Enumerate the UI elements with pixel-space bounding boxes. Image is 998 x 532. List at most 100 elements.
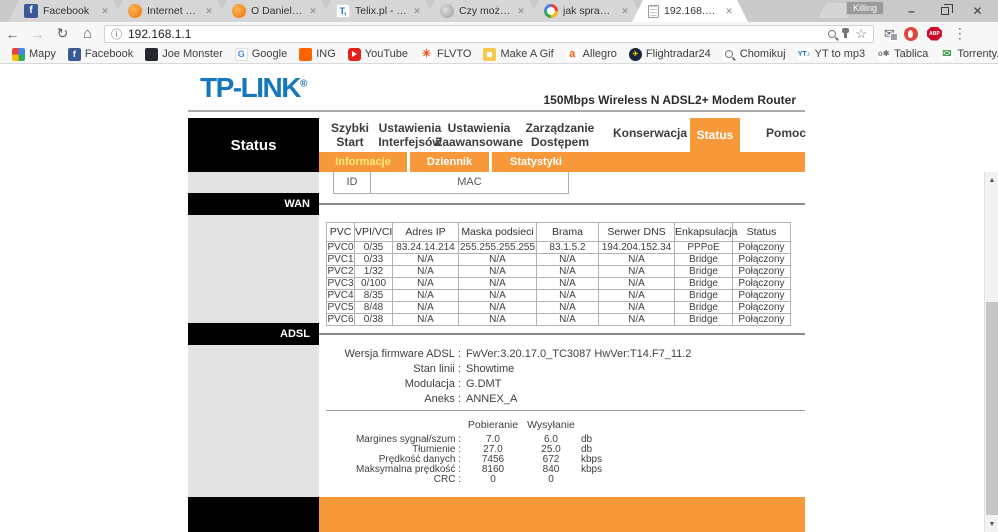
browser-toolbar: ← → ↻ ⌂ ⓘ 192.168.1.1 <box>0 22 998 45</box>
column-header: Enkapsulacja <box>675 223 733 242</box>
bookmark-mapy[interactable]: Mapy <box>6 45 62 64</box>
tab-title: jak sprawdzic star <box>563 5 615 17</box>
bookmark-facebook[interactable]: Facebook <box>62 45 139 64</box>
bookmark-youtube[interactable]: YouTube <box>342 45 414 64</box>
table-cell: N/A <box>599 254 675 266</box>
ing-icon <box>299 48 312 61</box>
bookmark-make-a-gif[interactable]: Make A Gif <box>477 45 559 64</box>
joe-monster-icon <box>145 48 158 61</box>
close-icon[interactable] <box>620 6 630 16</box>
scroll-down-icon[interactable] <box>985 516 998 532</box>
subnav-statystyki[interactable]: Statystyki <box>492 152 580 172</box>
table-cell: 83.1.5.2 <box>537 242 599 254</box>
column-header: Wysyłanie <box>525 419 577 435</box>
tab-czy-mozna[interactable]: Czy można popra <box>424 0 540 22</box>
nav-ustawienia-zaawansowane[interactable]: Ustawienia Zaawansowane <box>429 121 529 150</box>
table-cell: N/A <box>599 302 675 314</box>
close-icon[interactable] <box>516 6 526 16</box>
column-header: MAC <box>371 172 569 193</box>
flightradar24-icon <box>629 48 642 61</box>
tab-google-search[interactable]: jak sprawdzic star <box>528 0 644 22</box>
bookmark-torrenty[interactable]: Torrenty.to <box>934 45 998 64</box>
mail-extension-icon[interactable] <box>884 27 895 40</box>
subnav-dziennik[interactable]: Dziennik <box>410 152 489 172</box>
nav-zarzadzanie-dostepem[interactable]: Zarządzanie Dostępem <box>515 121 605 150</box>
bookmark-flightradar24[interactable]: Flightradar24 <box>623 45 717 64</box>
home-icon[interactable]: ⌂ <box>75 25 100 42</box>
bookmark-chomikuj[interactable]: Chomikuj <box>717 45 792 64</box>
subnav-informacje[interactable]: Informacje <box>319 152 407 172</box>
bookmark-ing[interactable]: ING <box>293 45 342 64</box>
column-header: Adres IP <box>393 223 459 242</box>
reload-icon[interactable]: ↻ <box>50 25 75 42</box>
table-cell: Bridge <box>675 254 733 266</box>
tab-title: 192.168.1.1 <box>664 5 719 17</box>
nav-pomoc[interactable]: Pomoc <box>756 126 816 140</box>
bookmark-star-icon[interactable] <box>855 27 867 40</box>
gray-site-icon <box>440 4 454 18</box>
google-icon <box>544 4 558 18</box>
allegro-icon <box>566 48 579 61</box>
tplink-logo: TP-LINK® <box>200 72 307 104</box>
table-row: AneksANNEX_A <box>333 392 691 407</box>
yt-to-mp3-icon <box>798 48 811 61</box>
content-scrollbar[interactable] <box>984 172 998 532</box>
nav-konserwacja[interactable]: Konserwacja <box>610 126 690 140</box>
close-icon[interactable] <box>308 6 318 16</box>
back-icon[interactable]: ← <box>0 26 25 42</box>
table-cell: N/A <box>537 290 599 302</box>
nav-status-active[interactable]: Status <box>690 118 740 152</box>
search-icon[interactable] <box>828 30 836 38</box>
page-title: Status <box>188 118 319 172</box>
close-icon[interactable] <box>724 6 734 16</box>
adblock-plus-icon[interactable] <box>927 27 942 41</box>
table-cell: PVC1 <box>327 254 355 266</box>
close-icon[interactable] <box>100 6 110 16</box>
url-text[interactable]: 192.168.1.1 <box>128 27 822 41</box>
table-cell: N/A <box>537 314 599 326</box>
table-cell: N/A <box>599 278 675 290</box>
table-row: Maksymalna prędkość8160840kbps <box>333 465 627 475</box>
minimize-button[interactable] <box>895 0 928 22</box>
bookmark-allegro[interactable]: Allegro <box>560 45 623 64</box>
forward-icon[interactable]: → <box>25 26 50 42</box>
scroll-up-icon[interactable] <box>985 172 998 188</box>
bookmark-flvto[interactable]: FLVTO <box>414 45 477 64</box>
bookmark-google[interactable]: Google <box>229 45 293 64</box>
lan-clients-table: ID MAC <box>333 172 569 194</box>
table-cell: PVC6 <box>327 314 355 326</box>
table-cell: ANNEX_A <box>461 392 691 407</box>
bookmarks-bar: Mapy Facebook Joe Monster Google ING You… <box>0 45 998 64</box>
table-cell: PVC5 <box>327 302 355 314</box>
scrollbar-thumb[interactable] <box>986 302 998 515</box>
browser-menu-icon[interactable] <box>953 25 967 42</box>
tab-danielakms[interactable]: O DanielAKMS - N <box>216 0 332 22</box>
restore-button[interactable] <box>928 0 961 22</box>
bookmark-joe-monster[interactable]: Joe Monster <box>139 45 229 64</box>
address-bar[interactable]: ⓘ 192.168.1.1 <box>104 25 874 43</box>
close-icon[interactable] <box>204 6 214 16</box>
table-cell: PVC4 <box>327 290 355 302</box>
table-cell: Bridge <box>675 278 733 290</box>
table-row: PVC30/100N/AN/AN/AN/ABridgePołączony <box>327 278 791 290</box>
bookmark-tablica[interactable]: Tablica <box>871 45 934 64</box>
tab-router-active[interactable]: 192.168.1.1 <box>632 0 748 22</box>
tab-title: Czy można popra <box>459 5 511 17</box>
orange-site-icon <box>128 4 142 18</box>
table-cell: 83.24.14.214 <box>393 242 459 254</box>
tab-internet-stacjonarny[interactable]: Internet stacjonarn <box>112 0 228 22</box>
close-icon[interactable] <box>412 6 422 16</box>
section-label-wan: WAN <box>188 193 319 215</box>
pin-icon[interactable] <box>844 29 847 38</box>
column-header: Brama <box>537 223 599 242</box>
table-cell: N/A <box>459 278 537 290</box>
close-window-button[interactable] <box>961 0 994 22</box>
page-info-icon[interactable]: ⓘ <box>111 26 122 42</box>
tab-telix[interactable]: Telix.pl - TELEFON <box>320 0 436 22</box>
table-cell: Bridge <box>675 314 733 326</box>
table-cell: 0/33 <box>355 254 393 266</box>
tab-facebook[interactable]: Facebook <box>8 0 124 22</box>
tablica-icon <box>877 48 890 61</box>
red-extension-icon[interactable] <box>904 27 918 41</box>
bookmark-yt-to-mp3[interactable]: YT to mp3 <box>792 45 872 64</box>
